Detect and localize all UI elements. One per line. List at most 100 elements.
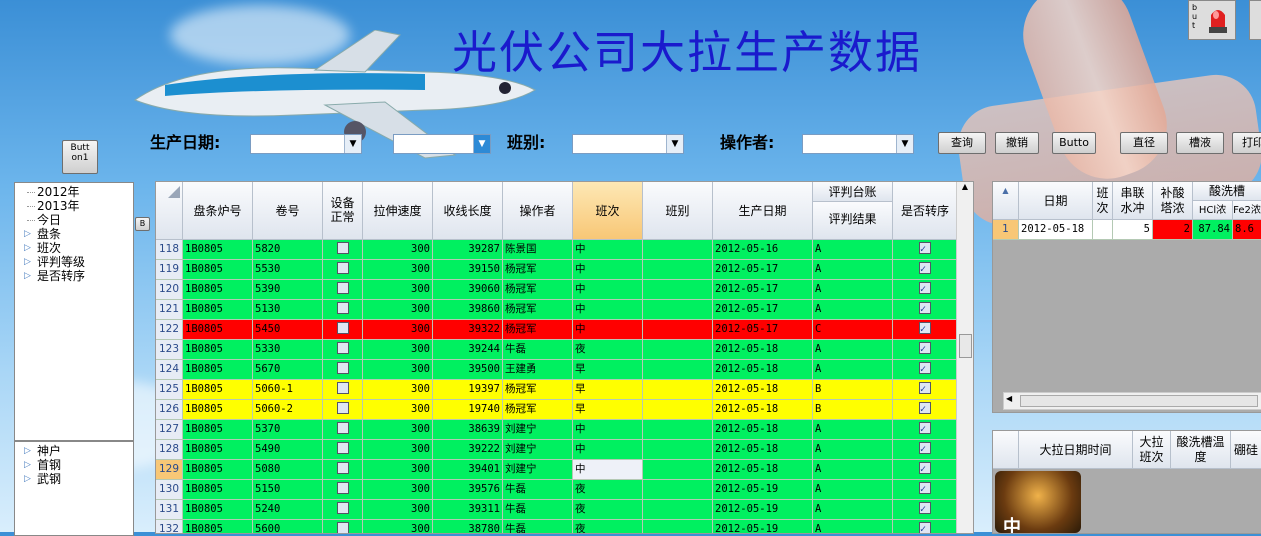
cell-shift-time[interactable]: 夜 (573, 500, 643, 520)
row-number[interactable]: 121 (156, 300, 183, 320)
acid-cell-fe[interactable]: 8.6 (1233, 220, 1261, 240)
cell-shift-time[interactable]: 中 (573, 240, 643, 260)
supplier-tree[interactable]: 神户首钢武钢 (14, 441, 134, 536)
cell-equipment-ok[interactable] (323, 500, 363, 520)
cell-roll-no[interactable]: 5490 (253, 440, 323, 460)
transfer-checkbox[interactable] (919, 360, 931, 379)
cell-equipment-ok[interactable] (323, 240, 363, 260)
cell-coil-furnace[interactable]: 1B0805 (183, 440, 253, 460)
row-number[interactable]: 127 (156, 420, 183, 440)
equipment-checkbox[interactable] (336, 462, 349, 474)
tank-button[interactable]: 槽液 (1176, 132, 1224, 154)
cell-operator[interactable]: 王建勇 (503, 360, 573, 380)
cell-operator[interactable]: 刘建宁 (503, 420, 573, 440)
cell-speed[interactable]: 300 (363, 360, 433, 380)
transfer-checkbox[interactable] (919, 400, 931, 419)
transfer-checkbox[interactable] (919, 500, 931, 519)
cell-shift-time[interactable]: 中 (573, 320, 643, 340)
cell-transfer[interactable] (893, 320, 958, 340)
dropdown-arrow-icon[interactable]: ▼ (473, 135, 490, 153)
cell-shift-team[interactable] (643, 300, 713, 320)
acid-header-makeup[interactable]: 补酸塔浓 (1153, 182, 1193, 220)
cell-roll-no[interactable]: 5240 (253, 500, 323, 520)
cell-speed[interactable]: 300 (363, 460, 433, 480)
cell-coil-furnace[interactable]: 1B0805 (183, 300, 253, 320)
cell-coil-furnace[interactable]: 1B0805 (183, 420, 253, 440)
acid-wash-grid[interactable]: ▲ 日期 班次 串联水冲 补酸塔浓 酸洗槽 HCl浓 Fe2浓 1 2012-0… (992, 181, 1261, 413)
scroll-up-icon[interactable]: ▲ (957, 182, 973, 191)
transfer-checkbox[interactable] (919, 240, 931, 259)
cell-speed[interactable]: 300 (363, 400, 433, 420)
acid-table-row[interactable]: 1 2012-05-18 5 2 87.84 8.6 (993, 220, 1261, 240)
tree-collapse-button[interactable]: B (135, 217, 150, 231)
cell-shift-time[interactable]: 中 (573, 420, 643, 440)
table-row[interactable]: 125 1B0805 5060-1 300 19397 杨冠军早 2012-05-18 B (156, 380, 958, 400)
acid-horizontal-scrollbar[interactable]: ◀ (1003, 392, 1261, 410)
cancel-button[interactable]: 撤销 (995, 132, 1039, 154)
corner-button-2[interactable] (1249, 0, 1261, 40)
cell-date[interactable]: 2012-05-18 (713, 420, 813, 440)
cell-coil-furnace[interactable]: 1B0805 (183, 340, 253, 360)
cell-transfer[interactable] (893, 500, 958, 520)
transfer-checkbox[interactable] (919, 440, 931, 459)
cell-transfer[interactable] (893, 440, 958, 460)
grid-corner[interactable] (156, 182, 183, 240)
acid-cell-shift[interactable] (1093, 220, 1113, 240)
cell-operator[interactable]: 牛磊 (503, 480, 573, 500)
cell-transfer[interactable] (893, 260, 958, 280)
cell-speed[interactable]: 300 (363, 440, 433, 460)
table-row[interactable]: 119 1B0805 5530 300 39150 杨冠军中 2012-05-17 A (156, 260, 958, 280)
cell-operator[interactable]: 刘建宁 (503, 460, 573, 480)
cell-operator[interactable]: 杨冠军 (503, 380, 573, 400)
cell-roll-no[interactable]: 5330 (253, 340, 323, 360)
equipment-checkbox[interactable] (336, 442, 349, 454)
cell-roll-no[interactable]: 5370 (253, 420, 323, 440)
cell-shift-team[interactable] (643, 380, 713, 400)
cell-coil-furnace[interactable]: 1B0805 (183, 460, 253, 480)
cell-coil-furnace[interactable]: 1B0805 (183, 240, 253, 260)
scroll-thumb[interactable] (1020, 395, 1258, 407)
cell-transfer[interactable] (893, 460, 958, 480)
header-transfer[interactable]: 是否转序 (893, 182, 958, 240)
cell-result[interactable]: A (813, 240, 893, 260)
header-ledger[interactable]: 评判台账 (813, 182, 893, 202)
cell-speed[interactable]: 300 (363, 340, 433, 360)
cell-length[interactable]: 39311 (433, 500, 503, 520)
transfer-checkbox[interactable] (919, 420, 931, 439)
row-number[interactable]: 129 (156, 460, 183, 480)
cell-equipment-ok[interactable] (323, 440, 363, 460)
cell-shift-time[interactable]: 中 (573, 260, 643, 280)
supplier-tree-item[interactable]: 神户 (15, 444, 133, 458)
row-number[interactable]: 122 (156, 320, 183, 340)
cell-length[interactable]: 39244 (433, 340, 503, 360)
table-row[interactable]: 120 1B0805 5390 300 39060 杨冠军中 2012-05-17 A (156, 280, 958, 300)
cell-speed[interactable]: 300 (363, 500, 433, 520)
acid-cell-hcl[interactable]: 87.84 (1193, 220, 1233, 240)
cell-equipment-ok[interactable] (323, 460, 363, 480)
header-result[interactable]: 评判结果 (813, 202, 893, 240)
transfer-checkbox[interactable] (919, 320, 931, 339)
cell-shift-team[interactable] (643, 420, 713, 440)
drawing-header-temp[interactable]: 酸洗槽温度 (1171, 431, 1231, 469)
cell-result[interactable]: A (813, 440, 893, 460)
dropdown-arrow-icon[interactable]: ▼ (896, 135, 913, 153)
header-roll-no[interactable]: 卷号 (253, 182, 323, 240)
cell-coil-furnace[interactable]: 1B0805 (183, 400, 253, 420)
equipment-checkbox[interactable] (336, 302, 349, 314)
drawing-header-shift[interactable]: 大拉班次 (1133, 431, 1171, 469)
table-row[interactable]: 128 1B0805 5490 300 39222 刘建宁中 2012-05-18 A (156, 440, 958, 460)
acid-cell-date[interactable]: 2012-05-18 (1019, 220, 1093, 240)
drawing-header-datetime[interactable]: 大拉日期时间 (1019, 431, 1133, 469)
dropdown-arrow-icon[interactable]: ▼ (666, 135, 683, 153)
header-coil-furnace[interactable]: 盘条炉号 (183, 182, 253, 240)
equipment-checkbox[interactable] (336, 322, 349, 334)
cell-result[interactable]: A (813, 340, 893, 360)
header-equipment-ok[interactable]: 设备 正常 (323, 182, 363, 240)
transfer-checkbox[interactable] (919, 480, 931, 499)
tree-item[interactable]: 2013年 (15, 199, 133, 213)
cell-operator[interactable]: 杨冠军 (503, 300, 573, 320)
alarm-button[interactable]: b u t (1188, 0, 1236, 40)
button1[interactable]: Butt on1 (62, 140, 98, 174)
row-number[interactable]: 118 (156, 240, 183, 260)
cell-equipment-ok[interactable] (323, 260, 363, 280)
